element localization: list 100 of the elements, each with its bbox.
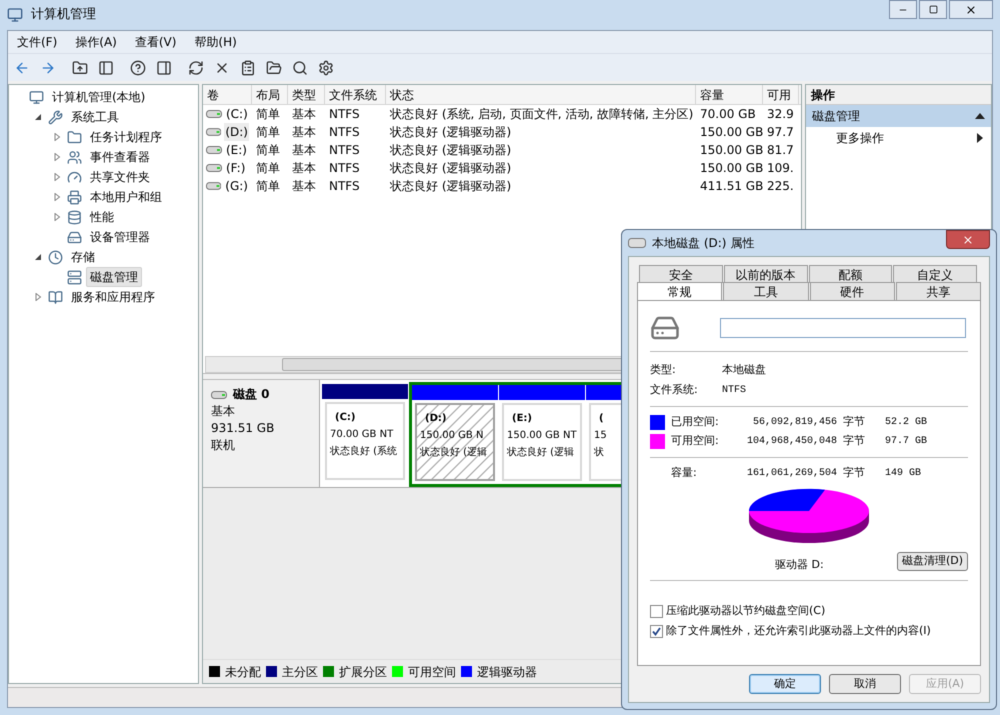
tab[interactable]: 工具 [723,282,808,300]
tree-item[interactable]: 磁盘管理 [86,267,142,287]
tree-item[interactable]: 任务计划程序 [86,127,166,147]
table-cell-text: 基本 [291,160,317,177]
disk-cleanup-button[interactable]: 磁盘清理(D) [896,552,968,571]
tree-item[interactable]: 共享文件夹 [86,167,154,187]
column-header[interactable]: 类型 [288,85,325,104]
partition-size: 150.00 GB N [420,429,484,443]
legend-label: 逻辑驱动器 [477,664,537,680]
tree-item[interactable]: 事件查看器 [86,147,154,167]
disk-status: 联机 [211,437,236,454]
partition-volume: (C:) [334,411,356,425]
expanded-arrow-icon[interactable] [34,113,42,121]
column-header[interactable]: 可用 [763,85,799,104]
expanded-arrow-icon[interactable] [34,253,42,261]
storage-icon [67,210,82,224]
collapsed-arrow-icon[interactable] [53,153,61,161]
partition-size: 70.00 GB NT [330,428,394,442]
column-header[interactable]: 容量 [696,85,763,104]
capacity-label: 容量: [670,465,698,482]
tab[interactable]: 硬件 [810,282,895,300]
dialog-button[interactable]: 确定 [749,674,821,694]
column-header[interactable]: 布局 [252,85,288,104]
collapsed-arrow-icon[interactable] [53,193,61,201]
forward-icon [40,60,56,76]
legend-label: 主分区 [282,664,318,680]
partition-size: 15 [594,429,608,443]
drive-icon [211,390,227,398]
table-cell-text: 状态良好 (逻辑驱动器) [389,178,512,195]
tab[interactable]: 安全 [639,265,723,283]
dialog-button[interactable]: 取消 [829,674,901,694]
menu-item[interactable]: 文件(F) [8,33,66,51]
tree-item[interactable]: 本地用户和组 [86,187,166,207]
tree-item[interactable]: 存储 [67,247,99,267]
table-cell-text: 基本 [291,124,317,141]
partition-block[interactable]: (E:) 150.00 GB NT 状态良好 (逻辑 [502,403,582,481]
tree-item[interactable]: 性能 [86,207,118,227]
checkbox[interactable] [650,624,663,638]
column-header[interactable]: 状态 [386,85,696,104]
table-cell-text: NTFS [328,178,361,195]
tab[interactable]: 配额 [808,265,892,283]
table-cell-text: NTFS [328,124,361,141]
tree-item[interactable]: 设备管理器 [86,227,154,247]
column-header[interactable]: 文件系统 [325,85,386,104]
space-size: 97.7 GB [885,435,928,449]
partition-status: 状 [594,446,605,460]
actions-header: 操作 [806,85,991,105]
table-cell-text: (E:) [225,142,248,159]
menu-item[interactable]: 查看(V) [126,33,186,51]
close-button[interactable] [946,230,990,249]
disk-name: 磁盘 0 [233,386,270,403]
tab[interactable]: 自定义 [893,265,977,283]
file-system-label: 文件系统: [650,382,699,398]
maximize-button[interactable] [919,0,947,19]
partition-block[interactable]: (D:) 150.00 GB N 状态良好 (逻辑 [415,403,495,481]
table-cell-text: 简单 [255,124,281,141]
action-item[interactable]: 更多操作 [806,127,991,149]
capacity-size: 149 GB [885,467,922,481]
partition-status: 状态良好 (系统 [330,444,398,459]
folder-open-icon [266,60,282,76]
dialog-title: 本地磁盘 (D:) 属性 [652,235,754,252]
table-cell-text: 32.9 [766,106,795,123]
menu-item[interactable]: 帮助(H) [185,33,246,51]
space-label: 已用空间: [671,414,720,430]
tree-item[interactable]: 服务和应用程序 [67,287,159,307]
disk-info-card[interactable]: 磁盘 0 基本 931.51 GB 联机 [203,380,320,487]
file-system-value: NTFS [722,384,746,398]
partition-block[interactable]: (C:) 70.00 GB NT 状态良好 (系统 [325,402,405,480]
column-header[interactable]: 卷 [203,85,252,104]
space-size: 52.2 GB [885,416,928,430]
table-cell-text: 81.7 [766,142,795,159]
collapsed-arrow-icon[interactable] [53,213,61,221]
checkbox[interactable] [650,604,663,618]
tree-item[interactable]: 计算机管理(本地) [48,87,150,107]
volume-name-field[interactable] [720,318,966,338]
tab[interactable]: 以前的版本 [724,265,808,283]
collapsed-arrow-icon[interactable] [34,293,42,301]
maximize-icon [928,5,938,14]
tab[interactable]: 常规 [637,282,722,300]
checkbox-label: 压缩此驱动器以节约磁盘空间(C) [666,602,826,619]
search-icon [292,60,308,76]
table-cell-text: 150.00 GB [699,160,763,177]
collapsed-arrow-icon[interactable] [53,173,61,181]
refresh-icon [188,60,204,76]
toolbar-button[interactable] [128,58,148,78]
back-icon [14,60,30,76]
actions-section[interactable]: 磁盘管理 [806,105,991,127]
drive-icon [628,238,646,248]
table-cell-text: 97.7 [766,124,795,141]
tree-item[interactable]: 系统工具 [67,107,123,127]
drive-icon [206,146,222,154]
collapsed-arrow-icon[interactable] [53,133,61,141]
partition-volume: ( [598,412,605,426]
menu-item[interactable]: 操作(A) [66,33,126,51]
space-unit: 字节 [843,433,866,450]
tab[interactable]: 共享 [896,282,981,300]
close-button[interactable] [949,0,993,19]
help-icon [130,60,146,76]
drive-icon [206,164,222,172]
table-cell-text: 基本 [291,142,317,159]
